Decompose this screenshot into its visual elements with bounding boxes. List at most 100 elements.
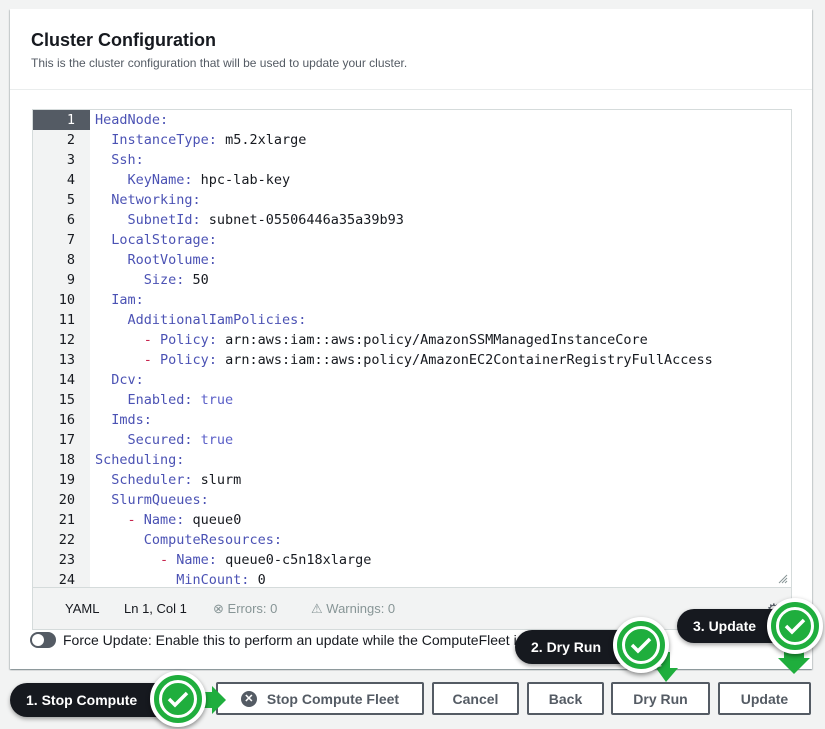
stop-compute-fleet-button[interactable]: ✕ Stop Compute Fleet: [216, 682, 424, 715]
error-circle-icon: ⊗: [213, 601, 224, 616]
stop-compute-fleet-label: Stop Compute Fleet: [266, 690, 400, 707]
warnings-count: Warnings: 0: [326, 601, 396, 616]
check-circle-icon: [767, 598, 823, 654]
line-number: 10: [33, 290, 90, 310]
check-circle-icon: [150, 671, 206, 727]
line-number: 19: [33, 470, 90, 490]
code-line[interactable]: 16 Imds:: [33, 410, 791, 430]
code-text: Imds:: [111, 412, 152, 428]
code-line[interactable]: 22 ComputeResources:: [33, 530, 791, 550]
code-line[interactable]: 18 Scheduling:: [33, 450, 791, 470]
code-text: - Name: queue0: [127, 512, 242, 528]
line-number: 8: [33, 250, 90, 270]
line-number: 22: [33, 530, 90, 550]
errors-count: Errors: 0: [227, 601, 278, 616]
line-number: 21: [33, 510, 90, 530]
language-mode[interactable]: YAML: [65, 601, 99, 616]
code-text: MinCount: 0: [176, 572, 266, 588]
code-text: Secured: true: [127, 432, 234, 448]
code-editor[interactable]: 1 HeadNode: 2 InstanceType: m5.2xlarge 3 Ss…: [32, 109, 792, 630]
code-line[interactable]: 12 - Policy: arn:aws:iam::aws:policy/Ama…: [33, 330, 791, 350]
code-line[interactable]: 15 Enabled: true: [33, 390, 791, 410]
line-number: 20: [33, 490, 90, 510]
line-number: 12: [33, 330, 90, 350]
panel-description: This is the cluster configuration that w…: [31, 56, 408, 70]
code-line[interactable]: 24 MinCount: 0: [33, 570, 791, 588]
back-button[interactable]: Back: [527, 682, 604, 715]
step-2-label: 2. Dry Run: [531, 639, 602, 655]
line-number: 6: [33, 210, 90, 230]
step-3-label: 3. Update: [693, 618, 757, 634]
code-text: Scheduler: slurm: [111, 472, 242, 488]
line-number: 5: [33, 190, 90, 210]
line-number: 11: [33, 310, 90, 330]
code-text: ComputeResources:: [143, 532, 282, 548]
code-line[interactable]: 2 InstanceType: m5.2xlarge: [33, 130, 791, 150]
code-line[interactable]: 7 LocalStorage:: [33, 230, 791, 250]
close-circle-icon: ✕: [240, 690, 257, 707]
code-line[interactable]: 3 Ssh:: [33, 150, 791, 170]
line-number: 13: [33, 350, 90, 370]
code-text: Iam:: [111, 292, 144, 308]
dry-run-button[interactable]: Dry Run: [611, 682, 710, 715]
code-text: Ssh:: [111, 152, 144, 168]
line-number: 16: [33, 410, 90, 430]
code-text: LocalStorage:: [111, 232, 217, 248]
code-line[interactable]: 1 HeadNode:: [33, 110, 791, 130]
force-update-toggle[interactable]: [30, 632, 56, 648]
code-line[interactable]: 6 SubnetId: subnet-05506446a35a39b93: [33, 210, 791, 230]
code-line[interactable]: 20 SlurmQueues:: [33, 490, 791, 510]
code-line[interactable]: 13 - Policy: arn:aws:iam::aws:policy/Ama…: [33, 350, 791, 370]
code-line[interactable]: 14 Dcv:: [33, 370, 791, 390]
code-line[interactable]: 17 Secured: true: [33, 430, 791, 450]
line-number: 1: [33, 110, 90, 130]
code-text: InstanceType: m5.2xlarge: [111, 132, 307, 148]
warnings-indicator[interactable]: ⚠ Warnings: 0: [311, 601, 395, 617]
code-line[interactable]: 4 KeyName: hpc-lab-key: [33, 170, 791, 190]
check-circle-icon: [613, 617, 669, 673]
line-number: 7: [33, 230, 90, 250]
code-text: AdditionalIamPolicies:: [127, 312, 307, 328]
cancel-button[interactable]: Cancel: [432, 682, 519, 715]
code-text: - Name: queue0-c5n18xlarge: [160, 552, 372, 568]
line-number: 14: [33, 370, 90, 390]
code-line[interactable]: 23 - Name: queue0-c5n18xlarge: [33, 550, 791, 570]
code-text: Size: 50: [143, 272, 209, 288]
cursor-position: Ln 1, Col 1: [124, 601, 187, 616]
cluster-configuration-panel: Cluster Configuration This is the cluste…: [10, 9, 812, 669]
line-number: 15: [33, 390, 90, 410]
code-text: RootVolume:: [127, 252, 217, 268]
line-number: 9: [33, 270, 90, 290]
line-number: 18: [33, 450, 90, 470]
code-text: - Policy: arn:aws:iam::aws:policy/Amazon…: [143, 352, 713, 368]
code-line[interactable]: 11 AdditionalIamPolicies:: [33, 310, 791, 330]
line-number: 23: [33, 550, 90, 570]
warning-triangle-icon: ⚠: [311, 601, 323, 616]
panel-title: Cluster Configuration: [31, 30, 216, 50]
step-1-label: 1. Stop Compute: [26, 692, 138, 708]
code-text: - Policy: arn:aws:iam::aws:policy/Amazon…: [143, 332, 648, 348]
code-line[interactable]: 8 RootVolume:: [33, 250, 791, 270]
line-number: 2: [33, 130, 90, 150]
line-number: 24: [33, 570, 90, 587]
code-text: Networking:: [111, 192, 201, 208]
update-button[interactable]: Update: [718, 682, 811, 715]
code-line[interactable]: 21 - Name: queue0: [33, 510, 791, 530]
code-line[interactable]: 5 Networking:: [33, 190, 791, 210]
code-line[interactable]: 10 Iam:: [33, 290, 791, 310]
code-text: SlurmQueues:: [111, 492, 209, 508]
code-text: Enabled: true: [127, 392, 234, 408]
line-number: 4: [33, 170, 90, 190]
code-text: HeadNode:: [95, 112, 169, 128]
code-text: Dcv:: [111, 372, 144, 388]
code-text: KeyName: hpc-lab-key: [127, 172, 291, 188]
code-area[interactable]: 1 HeadNode: 2 InstanceType: m5.2xlarge 3 Ss…: [33, 110, 791, 588]
errors-indicator[interactable]: ⊗ Errors: 0: [213, 601, 277, 617]
panel-header: Cluster Configuration This is the cluste…: [10, 9, 812, 90]
resize-handle-icon[interactable]: [778, 574, 788, 584]
line-number: 17: [33, 430, 90, 450]
code-line[interactable]: 9 Size: 50: [33, 270, 791, 290]
line-number: 3: [33, 150, 90, 170]
code-line[interactable]: 19 Scheduler: slurm: [33, 470, 791, 490]
code-text: Scheduling:: [95, 452, 185, 468]
